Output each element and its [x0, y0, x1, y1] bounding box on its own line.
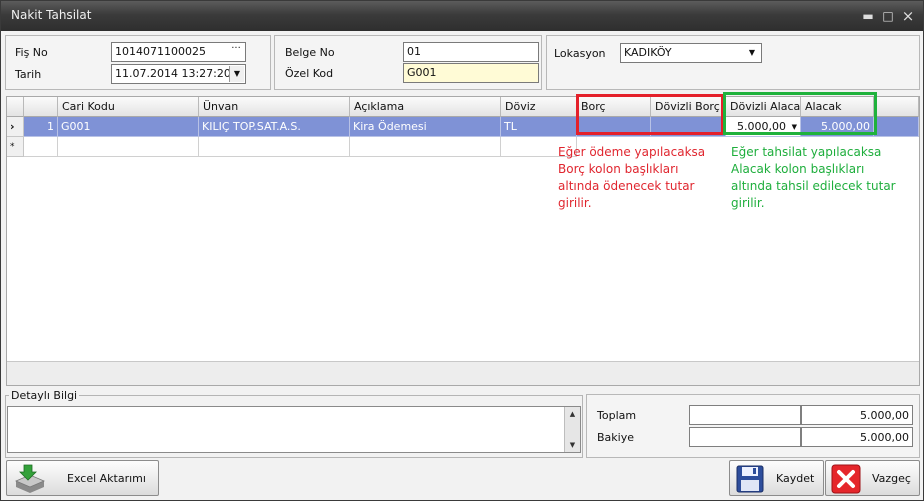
cell-unvan[interactable]: KILIÇ TOP.SAT.A.S.: [199, 117, 350, 137]
cell-filler: [874, 117, 919, 137]
new-cell[interactable]: [58, 137, 199, 157]
fis-no-label: Fiş No: [15, 46, 48, 59]
annotation-line: Alacak kolon başlıkları: [731, 162, 865, 176]
red-x-cancel-icon: [830, 463, 862, 498]
header-unvan[interactable]: Ünvan: [199, 97, 350, 117]
row-indicator-icon: ›: [7, 117, 24, 137]
new-cell[interactable]: [199, 137, 350, 157]
nakit-tahsilat-window: Nakit Tahsilat ▬ □ × Fiş No 101407110002…: [0, 0, 924, 501]
window-title: Nakit Tahsilat: [11, 8, 92, 22]
cell-aciklama[interactable]: Kira Ödemesi: [350, 117, 501, 137]
ozel-kod-value: G001: [407, 66, 437, 79]
fis-no-field[interactable]: 1014071100025 ···: [111, 42, 246, 62]
belge-no-field[interactable]: 01: [403, 42, 539, 62]
toplam-label: Toplam: [597, 409, 637, 422]
belge-no-value: 01: [407, 45, 421, 58]
cancel-button[interactable]: Vazgeç: [825, 460, 920, 496]
excel-import-button[interactable]: Excel Aktarımı: [6, 460, 159, 496]
header-filler: [874, 97, 919, 117]
new-cell[interactable]: [24, 137, 58, 157]
excel-import-icon: [13, 463, 47, 498]
fis-no-value: 1014071100025: [115, 45, 206, 58]
save-button[interactable]: Kaydet: [729, 460, 824, 496]
header-doviz[interactable]: Döviz: [501, 97, 577, 117]
totals-panel: [586, 394, 920, 458]
new-row-icon: *: [7, 137, 24, 157]
alacak-annotation: Eğer tahsilat yapılacaksa Alacak kolon b…: [731, 144, 896, 212]
ozel-kod-field[interactable]: G001: [403, 63, 539, 83]
excel-button-label: Excel Aktarımı: [67, 472, 146, 485]
transactions-grid: Cari Kodu Ünvan Açıklama Döviz Borç Dövi…: [6, 96, 920, 386]
annotation-line: Eğer ödeme yapılacaksa: [558, 145, 706, 159]
ellipsis-icon[interactable]: ···: [228, 44, 244, 60]
tarih-label: Tarih: [15, 68, 42, 81]
lokasyon-value: KADIKÖY: [624, 46, 672, 59]
row-number-header: [24, 97, 58, 117]
minimize-icon[interactable]: ▬: [861, 9, 875, 23]
scroll-down-icon[interactable]: ▼: [565, 438, 580, 452]
vertical-scrollbar[interactable]: ▲ ▼: [564, 407, 580, 452]
save-button-label: Kaydet: [776, 472, 815, 485]
annotation-line: altında tahsil edilecek tutar: [731, 179, 896, 193]
horizontal-scrollbar[interactable]: [7, 361, 919, 385]
bakiye-left-field: [689, 427, 801, 447]
cancel-button-label: Vazgeç: [872, 472, 911, 485]
indicator-header: [7, 97, 24, 117]
bakiye-label: Bakiye: [597, 431, 634, 444]
tarih-value: 11.07.2014 13:27:20: [115, 67, 231, 80]
annotation-line: girilir.: [558, 196, 592, 210]
chevron-down-icon[interactable]: ▼: [229, 66, 244, 82]
detail-textarea[interactable]: ▲ ▼: [7, 406, 581, 453]
tarih-field[interactable]: 11.07.2014 13:27:20 ▼: [111, 64, 246, 84]
alacak-highlight-box: [723, 92, 877, 135]
borc-highlight-box: [576, 94, 724, 135]
chevron-down-icon[interactable]: ▼: [746, 45, 758, 61]
cell-doviz[interactable]: TL: [501, 117, 577, 137]
title-bar: Nakit Tahsilat ▬ □ ×: [1, 1, 923, 31]
borc-annotation: Eğer ödeme yapılacaksa Borç kolon başlık…: [558, 144, 705, 212]
header-cari-kodu[interactable]: Cari Kodu: [58, 97, 199, 117]
belge-no-label: Belge No: [285, 46, 335, 59]
close-icon[interactable]: ×: [901, 9, 915, 24]
header-aciklama[interactable]: Açıklama: [350, 97, 501, 117]
annotation-line: altında ödenecek tutar: [558, 179, 695, 193]
new-cell[interactable]: [350, 137, 501, 157]
annotation-line: Eğer tahsilat yapılacaksa: [731, 145, 882, 159]
maximize-icon[interactable]: □: [881, 9, 895, 23]
toplam-left-field: [689, 405, 801, 425]
floppy-save-icon: [735, 464, 765, 497]
annotation-line: girilir.: [731, 196, 765, 210]
bakiye-value: 5.000,00: [801, 427, 913, 447]
scroll-up-icon[interactable]: ▲: [565, 407, 580, 421]
lokasyon-label: Lokasyon: [554, 47, 606, 60]
row-number: 1: [24, 117, 58, 137]
annotation-line: Borç kolon başlıkları: [558, 162, 679, 176]
ozel-kod-label: Özel Kod: [285, 67, 334, 80]
detail-label: Detaylı Bilgi: [9, 389, 80, 402]
cell-cari-kodu[interactable]: G001: [58, 117, 199, 137]
lokasyon-select[interactable]: KADIKÖY ▼: [620, 43, 762, 63]
toplam-value: 5.000,00: [801, 405, 913, 425]
